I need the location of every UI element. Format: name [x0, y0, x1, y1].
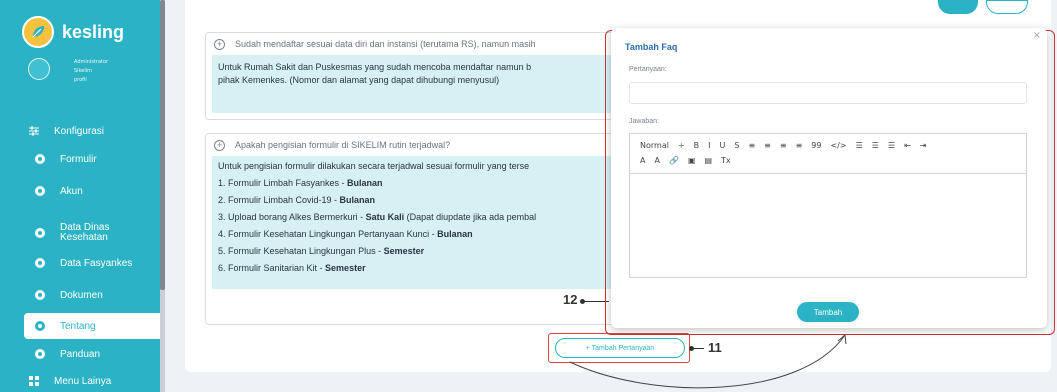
toolbar-row1-tool-1[interactable]: ÷ — [678, 141, 685, 150]
gear-icon — [34, 185, 46, 197]
sidebar: kesling Administrator Sikelim profil Kon… — [0, 0, 165, 392]
profile-link[interactable]: profil — [74, 76, 108, 85]
sidebar-item-menu-lainya[interactable]: Menu Lainya — [28, 368, 164, 392]
sidebar-item-tentang[interactable]: Tentang — [24, 313, 164, 339]
edit-button[interactable] — [938, 0, 978, 14]
answer-label: Jawaban: — [629, 118, 659, 125]
expand-icon[interactable]: + — [214, 38, 225, 50]
sliders-icon — [28, 125, 40, 137]
toolbar-row2-tool-4[interactable]: ▤ — [705, 156, 713, 165]
profile-role: Administrator — [74, 59, 109, 65]
app-logo[interactable]: kesling — [22, 16, 124, 48]
sidebar-item-label: Tentang — [60, 320, 96, 332]
toolbar-row1-tool-15[interactable]: ⇤ — [904, 141, 911, 150]
sidebar-scrollbar[interactable] — [160, 0, 165, 392]
toolbar-row1-tool-0[interactable]: Normal — [640, 141, 669, 150]
submit-button[interactable]: Tambah — [797, 302, 859, 322]
avatar — [28, 58, 50, 80]
sidebar-item-label: Dokumen — [60, 289, 103, 301]
sidebar-item-label: Menu Lainya — [54, 375, 112, 387]
logo-text: kesling — [62, 21, 125, 42]
sidebar-item-label: Data Fasyankes — [60, 257, 133, 269]
toolbar-row2-tool-3[interactable]: ▣ — [688, 156, 696, 165]
toolbar-row1-tool-10[interactable]: 99 — [811, 141, 821, 150]
annotation-marker-11: 11 — [708, 340, 722, 355]
add-faq-modal: × Tambah Faq Pertanyaan: Jawaban: Normal… — [611, 28, 1047, 328]
editor-toolbar: Normal ÷ B I U S ≡ ≡ ≡ ≡ 99 </> ☰ ☰ ☰ ⇤ ⇥ A A 🔗 ▣ ▤ Tx — [630, 134, 1026, 174]
sidebar-item-konfigurasi[interactable]: Konfigurasi — [28, 118, 164, 144]
toolbar-row2-tool-5[interactable]: Tx — [721, 156, 731, 165]
gear-icon — [34, 257, 46, 269]
gear-icon — [34, 289, 46, 301]
toolbar-row1-tool-14[interactable]: ☰ — [888, 141, 895, 150]
sidebar-item-label: Akun — [60, 185, 83, 197]
toolbar-row1-tool-4[interactable]: U — [720, 141, 726, 150]
toolbar-row1-tool-2[interactable]: B — [694, 141, 700, 150]
answer-rich-text-editor[interactable]: Normal ÷ B I U S ≡ ≡ ≡ ≡ 99 </> ☰ ☰ ☰ ⇤ ⇥ A A 🔗 ▣ ▤ Tx — [629, 133, 1027, 278]
faq-question-text: Sudah mendaftar sesuai data diri dan ins… — [235, 39, 536, 49]
sidebar-item-data-dinas-kesehatan[interactable]: Data Dinas Kesehatan — [24, 218, 160, 248]
toolbar-row1-tool-6[interactable]: ≡ — [748, 141, 755, 150]
toolbar-row1-tool-3[interactable]: I — [708, 141, 710, 150]
annotation-line — [689, 346, 704, 351]
gear-icon — [34, 320, 46, 332]
gear-icon — [34, 153, 46, 165]
sidebar-item-dokumen[interactable]: Dokumen — [24, 282, 160, 308]
gear-icon — [34, 227, 46, 239]
toolbar-row2-tool-2[interactable]: 🔗 — [669, 156, 679, 165]
sidebar-item-panduan[interactable]: Panduan — [24, 341, 160, 367]
faq-question-text: Apakah pengisian formulir di SIKELIM rut… — [235, 140, 451, 150]
modal-title: Tambah Faq — [625, 42, 678, 52]
sidebar-item-label: Formulir — [60, 153, 97, 165]
toolbar-row1-tool-12[interactable]: ☰ — [856, 141, 863, 150]
sidebar-item-label: Data Dinas Kesehatan — [60, 222, 110, 243]
toolbar-row2-tool-1[interactable]: A — [654, 156, 659, 165]
toolbar-row1-tool-11[interactable]: </> — [830, 141, 846, 150]
toolbar-row1-tool-9[interactable]: ≡ — [796, 141, 803, 150]
toolbar-row1-tool-16[interactable]: ⇥ — [920, 141, 927, 150]
question-input[interactable] — [629, 82, 1027, 104]
toolbar-row1-tool-5[interactable]: S — [734, 141, 739, 150]
toolbar-row1-tool-8[interactable]: ≡ — [780, 141, 787, 150]
profile-name: Sikelim — [74, 68, 93, 74]
delete-button[interactable] — [986, 0, 1028, 14]
sidebar-item-akun[interactable]: Akun — [24, 178, 160, 204]
gear-icon — [34, 348, 46, 360]
expand-icon[interactable]: + — [214, 139, 225, 151]
toolbar-row2-tool-0[interactable]: A — [640, 156, 645, 165]
sidebar-item-label: Konfigurasi — [54, 125, 105, 137]
sidebar-item-formulir[interactable]: Formulir — [24, 146, 160, 172]
sidebar-item-data-fasyankes[interactable]: Data Fasyankes — [24, 250, 160, 276]
grid-icon — [28, 375, 40, 387]
sidebar-item-label: Panduan — [60, 348, 101, 360]
question-label: Pertanyaan: — [629, 66, 667, 73]
toolbar-row1-tool-13[interactable]: ☰ — [872, 141, 879, 150]
leaf-logo-icon — [22, 16, 54, 48]
close-icon[interactable]: × — [1033, 30, 1041, 41]
add-question-button[interactable]: + Tambah Pertanyaan — [555, 338, 685, 358]
annotation-marker-12: 12 — [563, 292, 578, 307]
user-profile[interactable]: Administrator Sikelim profil — [28, 58, 108, 85]
toolbar-row1-tool-7[interactable]: ≡ — [764, 141, 771, 150]
